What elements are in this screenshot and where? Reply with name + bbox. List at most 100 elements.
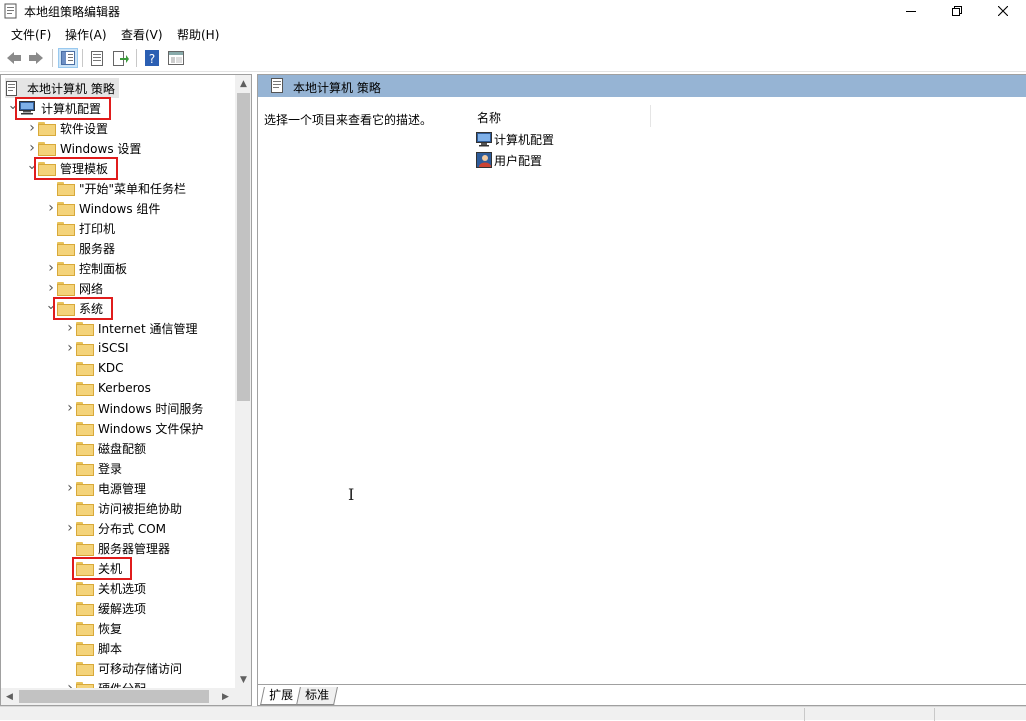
chevron-right-icon[interactable]: › <box>26 138 38 158</box>
tree-item-label: 关机选项 <box>98 581 147 596</box>
chevron-right-icon[interactable]: › <box>64 398 76 418</box>
details-header: 本地计算机 策略 <box>258 75 1026 97</box>
scroll-down-arrow-icon[interactable]: ▼ <box>235 671 251 688</box>
tab-standard[interactable]: 标准 <box>296 687 338 705</box>
column-header-name[interactable]: 名称 <box>477 109 501 126</box>
tree-item-label: Windows 文件保护 <box>98 421 204 436</box>
column-separator[interactable] <box>650 105 651 127</box>
chevron-right-icon[interactable]: › <box>26 118 38 138</box>
properties-button[interactable] <box>87 48 107 68</box>
tree-item-label: 计算机配置 <box>41 101 102 116</box>
tree-item[interactable]: › 硬件分配 <box>64 678 148 688</box>
tree-item[interactable]: ⌄ 管理模板 <box>26 158 110 178</box>
folder-icon <box>76 522 94 536</box>
chevron-right-icon[interactable]: › <box>45 258 57 278</box>
scrollbar-thumb[interactable] <box>237 93 250 401</box>
user-icon <box>476 152 492 168</box>
minimize-button[interactable] <box>888 0 934 22</box>
tree-item[interactable]: › 电源管理 <box>64 478 148 498</box>
tab-extended[interactable]: 扩展 <box>260 687 301 705</box>
tree-item[interactable]: ⌄ 计算机配置 <box>7 98 103 118</box>
details-header-title: 本地计算机 策略 <box>293 81 381 95</box>
folder-icon <box>57 262 75 276</box>
tree-item-label: 可移动存储访问 <box>98 661 183 676</box>
tree-item-label: 系统 <box>79 301 104 316</box>
tree-item[interactable]: › Windows 设置 <box>26 138 143 158</box>
console-view-icon <box>168 51 184 65</box>
tree-item[interactable]: › Windows 时间服务 <box>64 398 205 418</box>
chevron-down-icon[interactable]: ⌄ <box>7 98 19 118</box>
svg-text:?: ? <box>149 52 155 66</box>
chevron-down-icon[interactable]: ⌄ <box>26 158 38 178</box>
tree-item[interactable]: 缓解选项 <box>64 598 148 618</box>
tree-item[interactable]: 关机 <box>64 558 124 578</box>
show-hide-tree-button[interactable] <box>58 48 78 68</box>
folder-icon <box>76 462 94 476</box>
tree-item[interactable]: › 分布式 COM <box>64 518 168 538</box>
tree-item[interactable]: 脚本 <box>64 638 124 658</box>
scrollbar-thumb[interactable] <box>19 690 209 703</box>
tree-item-label: 电源管理 <box>98 481 147 496</box>
menu-file[interactable]: 文件(F) <box>11 26 51 43</box>
tree-item[interactable]: 可移动存储访问 <box>64 658 184 678</box>
tree-item-label: Windows 时间服务 <box>98 401 204 416</box>
tree-item[interactable]: 登录 <box>64 458 124 478</box>
tree-horizontal-scrollbar[interactable]: ◀ ▶ <box>1 688 251 705</box>
tree-item[interactable]: 访问被拒绝协助 <box>64 498 184 518</box>
menu-help[interactable]: 帮助(H) <box>177 26 219 43</box>
tree-item[interactable]: 打印机 <box>45 218 117 238</box>
tree-item-label: 关机 <box>98 561 123 576</box>
chevron-right-icon[interactable]: › <box>64 318 76 338</box>
forward-button[interactable] <box>26 48 46 68</box>
scroll-right-arrow-icon[interactable]: ▶ <box>217 688 234 705</box>
chevron-right-icon[interactable]: › <box>45 278 57 298</box>
tree-item-label: 服务器管理器 <box>98 541 171 556</box>
scroll-left-arrow-icon[interactable]: ◀ <box>1 688 18 705</box>
export-list-button[interactable] <box>111 48 131 68</box>
tab-standard-label: 标准 <box>305 688 330 702</box>
tree-item[interactable]: Windows 文件保护 <box>64 418 205 438</box>
tree-vertical-scrollbar[interactable]: ▲ ▼ <box>235 75 251 688</box>
chevron-right-icon[interactable]: › <box>45 198 57 218</box>
close-button[interactable] <box>980 0 1026 22</box>
tree-item-label: 脚本 <box>98 641 123 656</box>
tree-item[interactable]: Kerberos <box>64 378 153 398</box>
tree-item[interactable]: › 软件设置 <box>26 118 110 138</box>
menu-action[interactable]: 操作(A) <box>65 26 107 43</box>
tree-item[interactable]: 磁盘配额 <box>64 438 148 458</box>
tree-item-label: 恢复 <box>98 621 123 636</box>
tree-item[interactable]: › iSCSI <box>64 338 131 358</box>
status-bar-separator <box>934 708 935 721</box>
chevron-right-icon[interactable]: › <box>64 678 76 688</box>
tree-item[interactable]: 恢复 <box>64 618 124 638</box>
chevron-right-icon[interactable]: › <box>64 518 76 538</box>
tree-item[interactable]: › 控制面板 <box>45 258 129 278</box>
tree-item[interactable]: "开始"菜单和任务栏 <box>45 178 188 198</box>
list-item-user-configuration[interactable]: 用户配置 <box>476 151 542 169</box>
scroll-up-arrow-icon[interactable]: ▲ <box>235 75 251 92</box>
tree-item[interactable]: 关机选项 <box>64 578 148 598</box>
menu-view[interactable]: 查看(V) <box>121 26 163 43</box>
back-button[interactable] <box>4 48 24 68</box>
console-view-button[interactable] <box>166 48 186 68</box>
restore-button[interactable] <box>934 0 980 22</box>
help-button[interactable]: ? <box>142 48 162 68</box>
chevron-right-icon[interactable]: › <box>64 478 76 498</box>
chevron-right-icon[interactable]: › <box>64 338 76 358</box>
chevron-down-icon[interactable]: ⌄ <box>45 298 57 318</box>
list-item-computer-configuration[interactable]: 计算机配置 <box>476 130 554 148</box>
folder-icon <box>76 622 94 636</box>
tree-item[interactable]: › Internet 通信管理 <box>64 318 199 338</box>
tree-item[interactable]: ⌄ 系统 <box>45 298 105 318</box>
tree-item[interactable]: › Windows 组件 <box>45 198 162 218</box>
tree-item[interactable]: › 网络 <box>45 278 105 298</box>
tree-item[interactable]: 服务器管理器 <box>64 538 172 558</box>
minimize-icon <box>906 11 916 12</box>
tree-item[interactable]: KDC <box>64 358 126 378</box>
tree-item[interactable]: 服务器 <box>45 238 117 258</box>
tree-root-local-computer-policy[interactable]: 本地计算机 策略 <box>5 78 119 98</box>
folder-icon <box>76 362 94 376</box>
